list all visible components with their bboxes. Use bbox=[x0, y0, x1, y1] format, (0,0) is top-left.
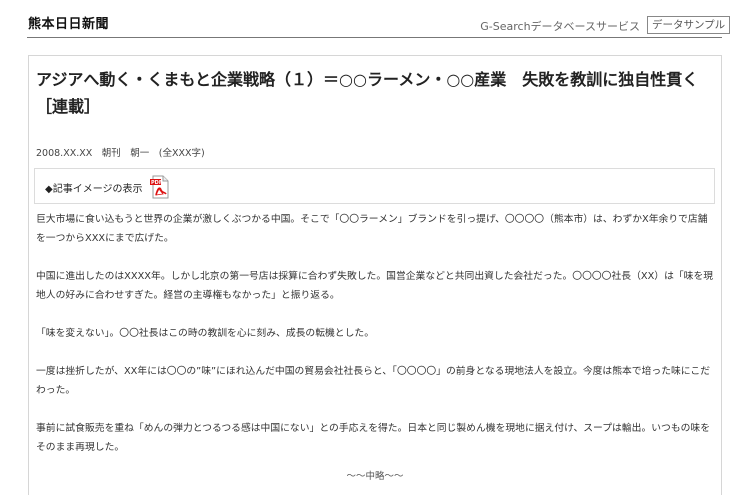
header-divider bbox=[27, 37, 722, 38]
article-image-box: ◆記事イメージの表示 PDF bbox=[34, 168, 715, 204]
article-paragraph: 巨大市場に食い込もうと世界の企業が激しくぶつかる中国。そこで「〇〇ラーメン」ブラ… bbox=[36, 214, 708, 244]
page-header: 熊本日日新聞 G-Searchデータベースサービス データサンプル bbox=[0, 0, 750, 38]
article-meta: 2008.XX.XX 朝刊 朝一 (全XXX字) bbox=[36, 148, 205, 159]
article-paragraph: 事前に試食販売を重ね「めんの弾力とつるつる感は中国にない」との手応えを得た。日本… bbox=[36, 423, 711, 453]
newspaper-name: 熊本日日新聞 bbox=[28, 17, 110, 32]
pdf-icon[interactable]: PDF bbox=[150, 175, 170, 199]
article-paragraph: 中国に進出したのはXXXX年。しかし北京の第一号店は採算に合わず失敗した。国営企… bbox=[36, 271, 714, 301]
article-body: 巨大市場に食い込もうと世界の企業が激しくぶつかる中国。そこで「〇〇ラーメン」ブラ… bbox=[36, 210, 716, 476]
data-sample-badge: データサンプル bbox=[647, 16, 731, 34]
svg-text:PDF: PDF bbox=[151, 180, 162, 186]
article-image-link[interactable]: ◆記事イメージの表示 bbox=[45, 180, 143, 195]
service-name: G-Searchデータベースサービス bbox=[480, 20, 640, 33]
article-title: アジアへ動く・くまもと企業戦略（１）＝○○ラーメン・○○産業 失敗を教訓に独自性… bbox=[36, 70, 715, 116]
article-paragraph: 「味を変えない」。〇〇社長はこの時の教訓を心に刻み、成長の転機とした。 bbox=[36, 328, 374, 339]
article-paragraph: 一度は挫折したが、XX年には〇〇の”味”にほれ込んだ中国の貿易会社社長らと、「〇… bbox=[36, 366, 710, 396]
